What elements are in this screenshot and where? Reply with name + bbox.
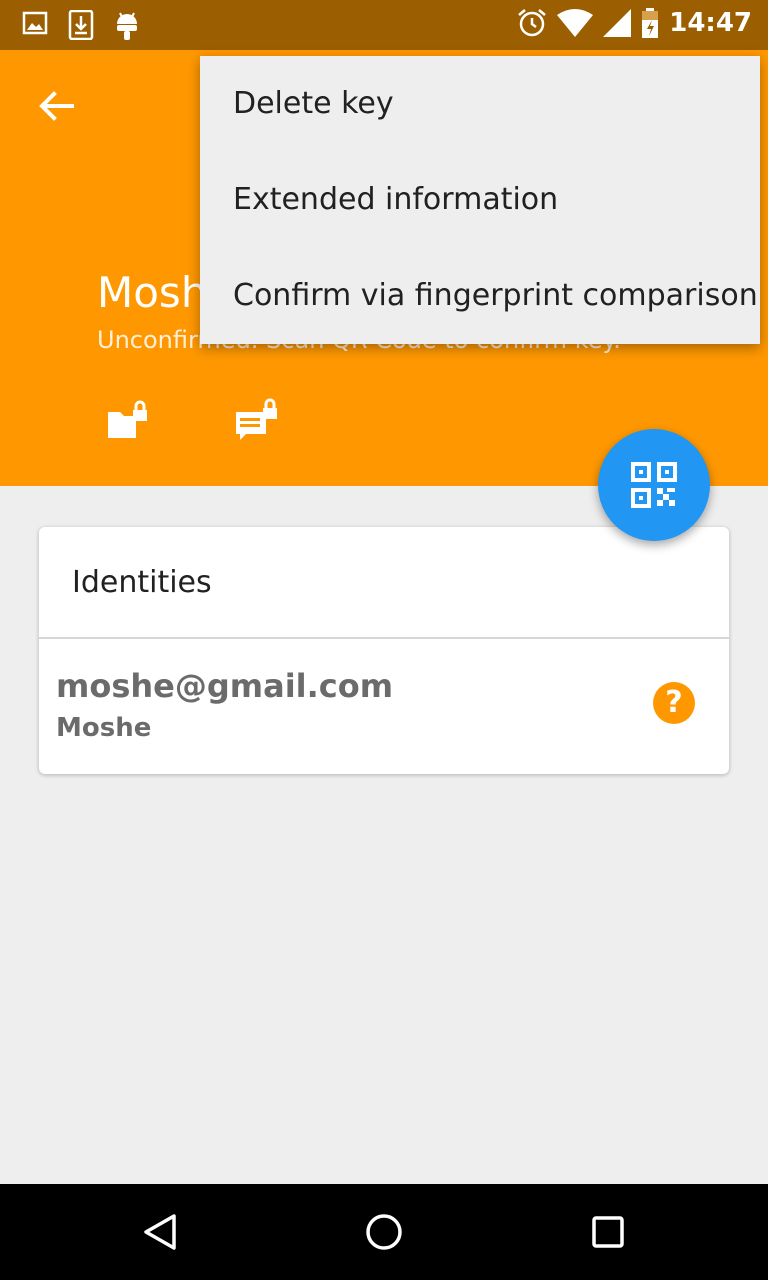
battery-icon — [642, 8, 659, 38]
key-name: Mosh — [97, 268, 208, 317]
help-icon[interactable]: ? — [653, 682, 695, 724]
identity-name[interactable]: Moshe — [56, 713, 151, 743]
download-icon — [68, 10, 94, 40]
navigation-bar — [0, 1184, 768, 1280]
card-title: Identities — [72, 565, 212, 600]
menu-item-extended-information[interactable]: Extended information — [200, 152, 760, 248]
menu-item-confirm-fingerprint[interactable]: Confirm via fingerprint comparison — [200, 248, 760, 344]
signal-icon — [603, 9, 632, 37]
encrypt-files-icon[interactable] — [106, 398, 154, 446]
alarm-icon — [518, 9, 547, 37]
status-bar: 14:47 — [0, 0, 768, 50]
identities-card: Identities moshe@gmail.com Moshe ? — [39, 527, 729, 774]
android-icon — [117, 12, 137, 40]
overflow-menu: Delete key Extended information Confirm … — [200, 56, 760, 344]
back-nav-icon[interactable] — [136, 1208, 184, 1256]
clock: 14:47 — [669, 8, 752, 38]
encrypt-text-icon[interactable] — [234, 398, 282, 446]
home-nav-icon[interactable] — [360, 1208, 408, 1256]
image-icon — [22, 11, 48, 35]
wifi-icon — [557, 9, 594, 37]
qr-code-icon — [631, 462, 677, 508]
identity-email[interactable]: moshe@gmail.com — [56, 667, 393, 705]
divider — [39, 637, 729, 639]
recents-nav-icon[interactable] — [584, 1208, 632, 1256]
menu-item-delete-key[interactable]: Delete key — [200, 56, 760, 152]
back-arrow-icon[interactable] — [32, 82, 80, 130]
scan-qr-fab[interactable] — [598, 429, 710, 541]
